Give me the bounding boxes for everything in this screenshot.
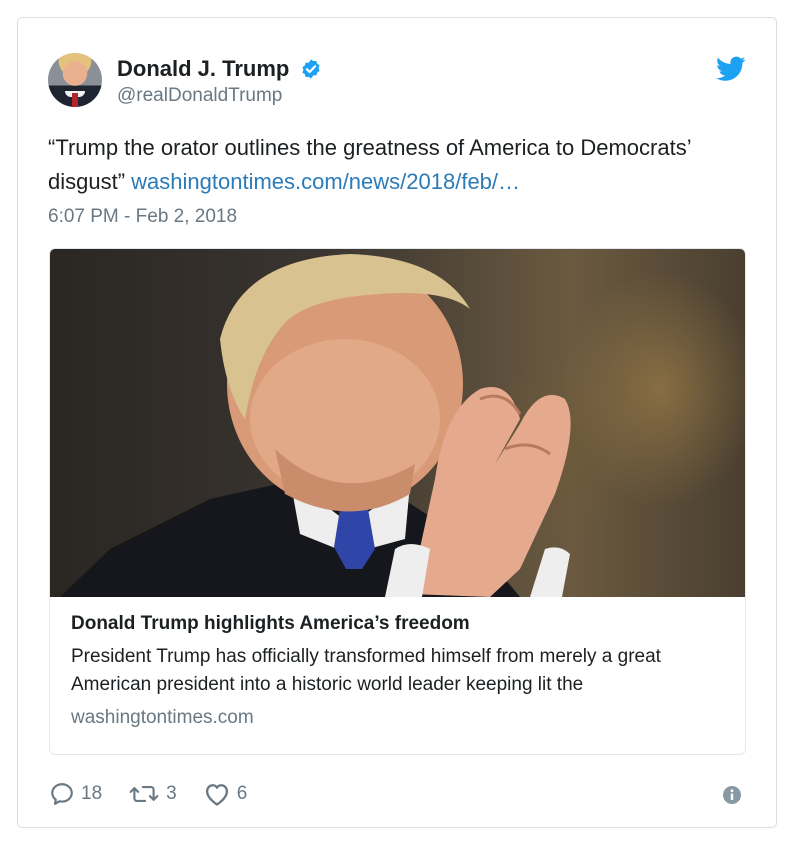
link-preview-domain: washingtontimes.com xyxy=(71,707,254,728)
retweet-count: 3 xyxy=(166,783,177,804)
preview-photo-illustration xyxy=(60,254,571,597)
reply-icon xyxy=(51,783,73,805)
tweet-timestamp[interactable]: 6:07 PM - Feb 2, 2018 xyxy=(48,204,237,230)
like-count: 6 xyxy=(236,783,248,804)
author-handle[interactable]: @realDonaldTrump xyxy=(117,83,322,109)
link-preview-description: President Trump has officially transform… xyxy=(71,646,661,695)
reply-action[interactable]: 18 xyxy=(49,781,102,807)
link-preview-title[interactable]: Donald Trump highlights America’s freedo… xyxy=(71,611,731,637)
reply-count: 18 xyxy=(81,783,103,804)
avatar-tie xyxy=(72,93,78,107)
tweet-actions: 18 3 6 xyxy=(49,780,273,808)
info-icon[interactable] xyxy=(722,785,742,805)
like-action[interactable]: 6 xyxy=(203,781,248,807)
tweet-text: “Trump the orator outlines the greatness… xyxy=(48,131,748,199)
twitter-bird-icon[interactable] xyxy=(716,56,746,82)
retweet-action[interactable]: 3 xyxy=(128,781,177,807)
avatar[interactable] xyxy=(48,53,102,107)
link-preview-card[interactable]: Donald Trump highlights America’s freedo… xyxy=(49,248,746,755)
author-block: Donald J. Trump @realDonaldTrump xyxy=(117,55,322,109)
embedded-tweet-card: Donald J. Trump @realDonaldTrump “Trump … xyxy=(17,17,777,828)
author-display-name[interactable]: Donald J. Trump xyxy=(117,55,289,83)
link-preview-image[interactable] xyxy=(50,249,745,597)
retweet-icon xyxy=(129,786,159,803)
verified-badge-icon xyxy=(302,59,320,79)
heart-icon xyxy=(205,784,228,806)
tweet-link[interactable]: washingtontimes.com/news/2018/feb/… xyxy=(131,169,520,194)
link-preview-body: Donald Trump highlights America’s freedo… xyxy=(71,611,731,731)
